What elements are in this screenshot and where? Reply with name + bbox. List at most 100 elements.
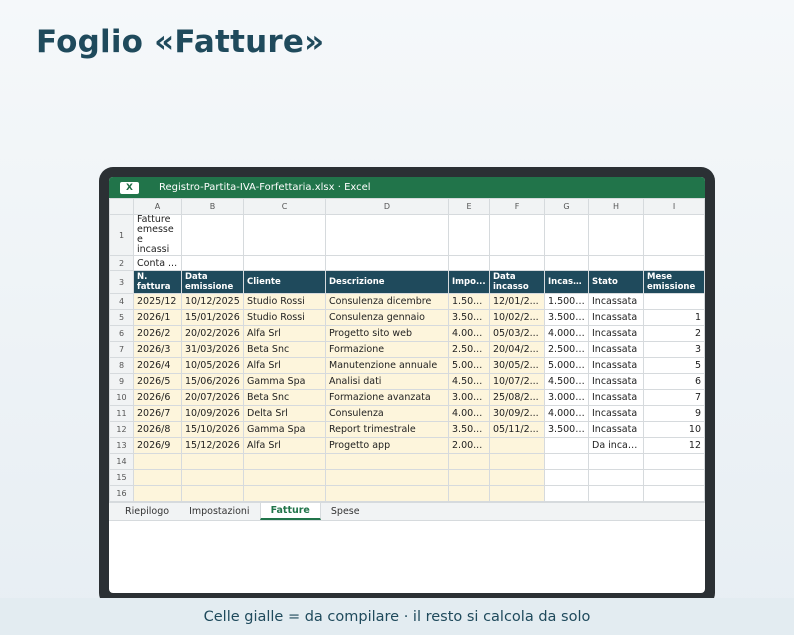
table-cell[interactable]: Beta Snc [243, 341, 326, 358]
table-cell[interactable]: 20/04/2... [489, 341, 545, 358]
empty-cell[interactable] [544, 485, 589, 502]
empty-cell[interactable] [544, 453, 589, 470]
table-cell[interactable]: 9 [643, 405, 705, 422]
table-cell[interactable]: Incassata [588, 293, 644, 310]
column-header-i[interactable]: I [643, 198, 705, 215]
row-header[interactable]: 2 [109, 255, 134, 271]
table-cell[interactable]: 3.00... [448, 389, 490, 406]
row-header[interactable]: 5 [109, 309, 134, 326]
sheet-tab-riepilogo[interactable]: Riepilogo [115, 503, 179, 520]
table-cell[interactable]: 10/12/2025 [181, 293, 244, 310]
empty-cell[interactable] [544, 469, 589, 486]
row-header[interactable]: 3 [109, 270, 134, 294]
column-header-h[interactable]: H [588, 198, 644, 215]
table-cell[interactable]: Alfa Srl [243, 437, 326, 454]
row-header[interactable]: 7 [109, 341, 134, 358]
table-cell[interactable]: 10 [643, 421, 705, 438]
table-header-cell[interactable]: Mese emissione [643, 270, 705, 294]
row-header[interactable]: 9 [109, 373, 134, 390]
column-header-b[interactable]: B [181, 198, 244, 215]
note-cell[interactable]: Conta ... [133, 255, 182, 271]
table-cell[interactable]: 12/01/2... [489, 293, 545, 310]
empty-cell[interactable] [643, 469, 705, 486]
empty-cell[interactable] [133, 453, 182, 470]
cell[interactable] [588, 255, 644, 271]
table-cell[interactable]: 10/09/2026 [181, 405, 244, 422]
table-header-cell[interactable]: Data emissione [181, 270, 244, 294]
table-cell[interactable]: Studio Rossi [243, 293, 326, 310]
row-header[interactable]: 1 [109, 214, 134, 256]
table-header-cell[interactable]: Stato [588, 270, 644, 294]
table-cell[interactable]: Da incas... [588, 437, 644, 454]
column-header-e[interactable]: E [448, 198, 490, 215]
table-cell[interactable]: 30/05/2... [489, 357, 545, 374]
cell[interactable] [243, 255, 326, 271]
cell[interactable] [448, 214, 490, 256]
table-cell[interactable]: Incassata [588, 341, 644, 358]
table-cell[interactable]: 20/07/2026 [181, 389, 244, 406]
select-all-corner[interactable] [109, 198, 134, 215]
empty-cell[interactable] [325, 485, 449, 502]
empty-cell[interactable] [588, 453, 644, 470]
table-cell[interactable]: 2026/8 [133, 421, 182, 438]
row-header[interactable]: 13 [109, 437, 134, 454]
table-header-cell[interactable]: Descrizione [325, 270, 449, 294]
table-cell[interactable]: Consulenza gennaio [325, 309, 449, 326]
empty-cell[interactable] [243, 453, 326, 470]
cell[interactable] [643, 214, 705, 256]
table-cell[interactable]: 15/10/2026 [181, 421, 244, 438]
table-cell[interactable]: 5.000.... [544, 357, 589, 374]
cell[interactable] [588, 214, 644, 256]
table-cell[interactable]: 31/03/2026 [181, 341, 244, 358]
table-header-cell[interactable]: Data incasso [489, 270, 545, 294]
column-header-g[interactable]: G [544, 198, 589, 215]
table-cell[interactable]: 2026/6 [133, 389, 182, 406]
table-cell[interactable]: 7 [643, 389, 705, 406]
table-cell[interactable]: 5.00... [448, 357, 490, 374]
table-cell[interactable]: Progetto sito web [325, 325, 449, 342]
table-cell[interactable]: Progetto app [325, 437, 449, 454]
table-cell[interactable]: 05/11/2... [489, 421, 545, 438]
table-cell[interactable]: Alfa Srl [243, 357, 326, 374]
table-cell[interactable]: Incassata [588, 421, 644, 438]
column-header-a[interactable]: A [133, 198, 182, 215]
table-cell[interactable]: Gamma Spa [243, 373, 326, 390]
empty-cell[interactable] [643, 453, 705, 470]
table-cell[interactable]: 1 [643, 309, 705, 326]
table-cell[interactable]: 4.500.... [544, 373, 589, 390]
row-header[interactable]: 6 [109, 325, 134, 342]
table-cell[interactable]: 2026/9 [133, 437, 182, 454]
sheet-tab-impostazioni[interactable]: Impostazioni [179, 503, 260, 520]
table-cell[interactable]: Incassata [588, 309, 644, 326]
table-cell[interactable]: Formazione [325, 341, 449, 358]
empty-cell[interactable] [181, 485, 244, 502]
cell[interactable] [325, 214, 449, 256]
table-cell[interactable]: Manutenzione annuale [325, 357, 449, 374]
table-cell[interactable]: Incassata [588, 389, 644, 406]
table-header-cell[interactable]: Cliente [243, 270, 326, 294]
table-cell[interactable]: 2026/4 [133, 357, 182, 374]
column-header-f[interactable]: F [489, 198, 545, 215]
table-cell[interactable]: 12 [643, 437, 705, 454]
table-cell[interactable]: 3.000.... [544, 389, 589, 406]
cell[interactable] [181, 255, 244, 271]
empty-cell[interactable] [325, 453, 449, 470]
row-header[interactable]: 4 [109, 293, 134, 310]
empty-cell[interactable] [243, 469, 326, 486]
cell[interactable] [544, 255, 589, 271]
row-header[interactable]: 16 [109, 485, 134, 502]
sheet-tab-fatture[interactable]: Fatture [259, 503, 321, 520]
table-cell[interactable]: Formazione avanzata [325, 389, 449, 406]
empty-cell[interactable] [325, 469, 449, 486]
empty-cell[interactable] [588, 469, 644, 486]
table-cell[interactable]: 15/06/2026 [181, 373, 244, 390]
row-header[interactable]: 14 [109, 453, 134, 470]
table-cell[interactable]: 2.50... [448, 341, 490, 358]
table-cell[interactable]: 4.00... [448, 325, 490, 342]
table-cell[interactable]: Studio Rossi [243, 309, 326, 326]
table-cell[interactable]: 5 [643, 357, 705, 374]
table-cell[interactable]: Alfa Srl [243, 325, 326, 342]
table-cell[interactable]: Analisi dati [325, 373, 449, 390]
table-cell[interactable]: Report trimestrale [325, 421, 449, 438]
table-cell[interactable]: 10/02/2... [489, 309, 545, 326]
